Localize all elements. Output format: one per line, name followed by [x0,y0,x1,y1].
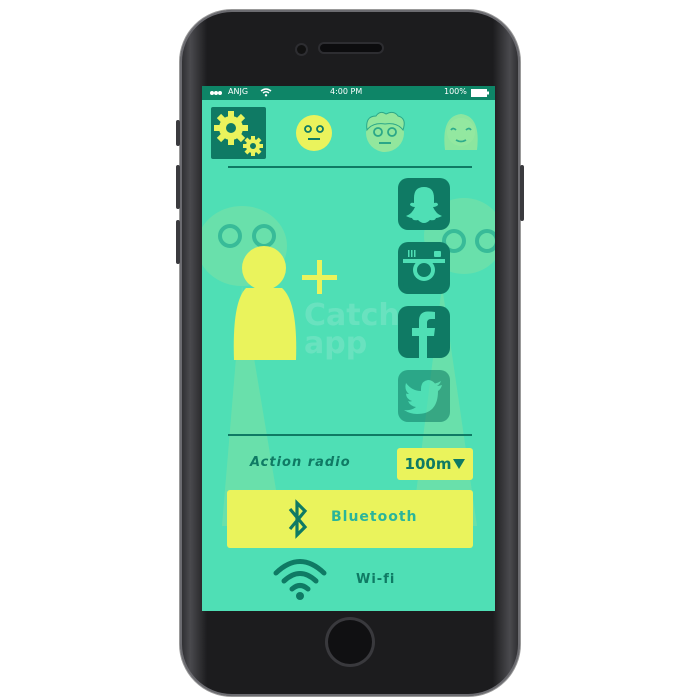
volume-down-button [176,220,180,264]
bluetooth-button[interactable]: Bluetooth [227,490,473,548]
facebook-button[interactable] [398,306,450,358]
profile-button-3[interactable] [439,110,483,158]
status-bar: ANJG 4:00 PM 100% [202,86,495,100]
top-divider [228,166,472,168]
clock: 4:00 PM [330,87,363,96]
bottom-divider [228,434,472,436]
profile-button-1[interactable] [295,114,333,156]
settings-button[interactable] [211,107,266,159]
chevron-down-icon [453,459,466,469]
front-camera [297,45,306,54]
smiley-face-icon [296,115,332,151]
wifi-status-icon [260,88,272,99]
snapchat-button[interactable] [398,178,450,230]
settings-gears-icon [214,111,263,156]
battery-percent: 100% [444,87,467,96]
bluetooth-label: Bluetooth [331,509,418,525]
action-radio-label: Action radio [250,455,351,470]
long-hair-face-icon [444,114,478,150]
radius-dropdown[interactable]: 100m [397,448,473,480]
bluetooth-icon [288,499,308,539]
earpiece-speaker [320,44,382,52]
twitter-button[interactable] [398,370,450,422]
app-screen: ANJG 4:00 PM 100% Catch app Action radio… [202,86,495,611]
profile-button-2[interactable] [362,110,408,158]
wifi-label: Wi-fi [356,572,396,587]
volume-up-button [176,165,180,209]
wifi-button[interactable] [272,556,332,604]
facebook-icon [412,311,435,358]
instagram-icon [403,247,445,289]
home-button[interactable] [328,620,372,664]
twitter-icon [404,380,442,414]
mute-switch [176,120,180,146]
instagram-button[interactable] [398,242,450,294]
curly-hair-face-icon [366,111,405,152]
carrier-name: ANJG [228,87,249,96]
signal-icon [210,89,224,98]
power-button [520,165,524,221]
person-plus-icon [233,246,337,360]
add-friend-button[interactable] [232,242,352,362]
radius-value: 100m [404,455,452,473]
battery-icon [471,89,489,99]
snapchat-icon [406,187,442,223]
wifi-icon [273,559,327,600]
